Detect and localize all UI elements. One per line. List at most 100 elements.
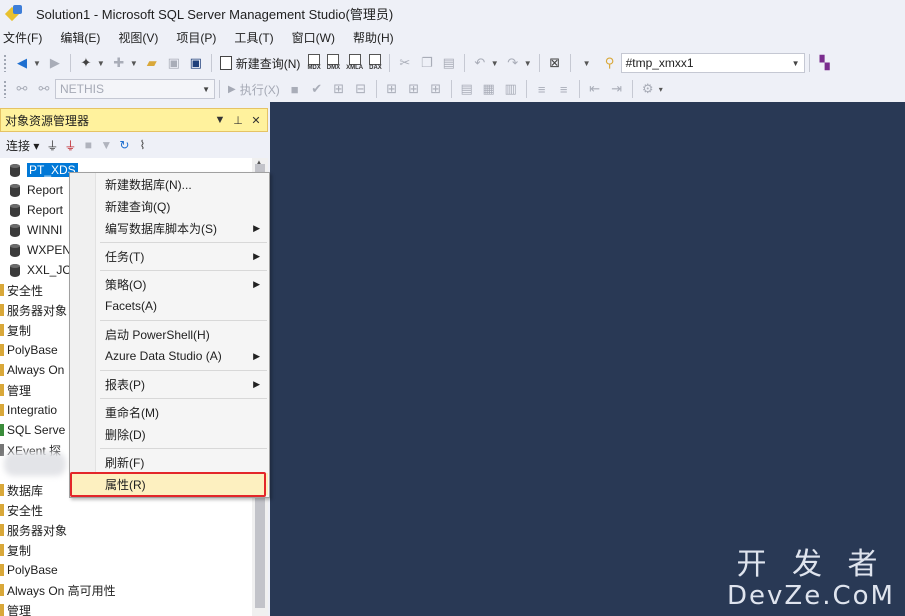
- menu-item-new-database[interactable]: 新建数据库(N)...: [71, 173, 268, 195]
- change-connection-icon[interactable]: ⚯: [34, 79, 54, 99]
- tree-node-folder[interactable]: 安全性: [0, 500, 43, 520]
- tree-node-database[interactable]: WXPEN: [10, 240, 71, 260]
- database-search-icon[interactable]: ⚲: [600, 53, 620, 73]
- menu-item-rename[interactable]: 重命名(M): [71, 401, 268, 423]
- menu-item-policies[interactable]: 策略(O) ▶: [71, 273, 268, 295]
- tree-node-folder[interactable]: 数据库: [0, 480, 43, 500]
- menu-help[interactable]: 帮助(H): [349, 29, 404, 46]
- uncomment-icon[interactable]: ≡: [554, 79, 574, 99]
- tree-node-folder[interactable]: Always On 高可用性: [0, 580, 116, 600]
- parse-icon[interactable]: ✔: [307, 79, 327, 99]
- include-plan-icon[interactable]: ⊞: [382, 79, 402, 99]
- tree-node-folder[interactable]: 复制: [0, 320, 31, 340]
- forward-icon[interactable]: ▶: [45, 53, 65, 73]
- tree-node-database[interactable]: WINNI: [10, 220, 62, 240]
- tree-node-folder[interactable]: 安全性: [0, 280, 43, 300]
- mdx-query-button[interactable]: MDX: [307, 54, 321, 72]
- tree-node-folder[interactable]: Always On: [0, 360, 64, 380]
- toolbar-grip[interactable]: [3, 54, 7, 72]
- tree-node-folder[interactable]: 服务器对象: [0, 520, 67, 540]
- chevron-down-icon[interactable]: ▼: [491, 59, 499, 68]
- execute-button[interactable]: ▶ 执行(X): [228, 81, 280, 98]
- tree-node-folder[interactable]: 管理: [0, 600, 31, 616]
- comment-icon[interactable]: ≡: [532, 79, 552, 99]
- refresh-icon[interactable]: ↻: [115, 138, 133, 152]
- xmla-query-button[interactable]: XMLA: [346, 54, 363, 72]
- results-to-text-icon[interactable]: ▤: [457, 79, 477, 99]
- stop-icon[interactable]: ■: [79, 138, 97, 152]
- activity-monitor-icon[interactable]: ⌇: [133, 138, 151, 152]
- tree-node-database[interactable]: PT_XDS: [10, 160, 78, 180]
- menu-tools[interactable]: 工具(T): [230, 29, 283, 46]
- new-project-icon[interactable]: ✦: [76, 53, 96, 73]
- results-to-grid-icon[interactable]: ▦: [479, 79, 499, 99]
- toolbar-options-icon[interactable]: ▾: [659, 85, 663, 94]
- server-combo[interactable]: NETHIS ▼: [55, 79, 215, 99]
- menu-project[interactable]: 项目(P): [172, 29, 226, 46]
- increase-indent-icon[interactable]: ⇥: [607, 79, 627, 99]
- toolbar-grip[interactable]: [3, 80, 7, 98]
- display-plan-icon[interactable]: ⊞: [329, 79, 349, 99]
- menu-file[interactable]: 文件(F): [0, 29, 52, 46]
- menu-item-facets[interactable]: Facets(A): [71, 295, 268, 317]
- copy-icon[interactable]: ❐: [417, 53, 437, 73]
- filter-icon[interactable]: ▼: [97, 138, 115, 152]
- database-combo[interactable]: #tmp_xmxx1 ▼: [620, 53, 805, 73]
- tree-node-database[interactable]: XXL_JO: [10, 260, 72, 280]
- menu-item-new-query[interactable]: 新建查询(Q): [71, 195, 268, 217]
- tree-node-database[interactable]: Report: [10, 180, 63, 200]
- add-item-icon[interactable]: ✚: [109, 53, 129, 73]
- query-designer-icon[interactable]: ⊟: [351, 79, 371, 99]
- tree-node-folder[interactable]: Integratio: [0, 400, 57, 420]
- menu-window[interactable]: 窗口(W): [288, 29, 345, 46]
- client-stats-icon[interactable]: ⊞: [426, 79, 446, 99]
- chevron-down-icon[interactable]: ▼: [33, 59, 41, 68]
- menu-item-script-database[interactable]: 编写数据库脚本为(S) ▶: [71, 217, 268, 239]
- menu-item-delete[interactable]: 删除(D): [71, 423, 268, 445]
- chevron-down-icon[interactable]: ▼: [97, 59, 105, 68]
- redo-icon[interactable]: ↷: [503, 53, 523, 73]
- menu-item-tasks[interactable]: 任务(T) ▶: [71, 245, 268, 267]
- new-query-button[interactable]: 新建查询(N): [219, 55, 300, 72]
- undo-icon[interactable]: ↶: [470, 53, 490, 73]
- chevron-down-icon[interactable]: ▼: [583, 59, 591, 68]
- save-all-icon[interactable]: ▣: [186, 53, 206, 73]
- chevron-down-icon[interactable]: ▼: [524, 59, 532, 68]
- dmx-query-button[interactable]: DMX: [327, 54, 340, 72]
- decrease-indent-icon[interactable]: ⇤: [585, 79, 605, 99]
- back-icon[interactable]: ◀: [12, 53, 32, 73]
- tree-node-folder[interactable]: 服务器对象: [0, 300, 67, 320]
- connect-plug-icon[interactable]: ⏚: [43, 137, 61, 154]
- chevron-down-icon[interactable]: ▼: [130, 59, 138, 68]
- save-icon[interactable]: ▣: [164, 53, 184, 73]
- tree-node-folder[interactable]: PolyBase: [0, 560, 58, 580]
- solution-explorer-icon[interactable]: ▚: [815, 53, 835, 73]
- tree-node-folder[interactable]: 管理: [0, 380, 31, 400]
- disconnect-icon[interactable]: ⏚: [61, 137, 79, 154]
- cut-icon[interactable]: ✂: [395, 53, 415, 73]
- tree-node-folder[interactable]: 复制: [0, 540, 31, 560]
- menu-edit[interactable]: 编辑(E): [56, 29, 110, 46]
- connect-button[interactable]: 连接 ▾: [6, 137, 39, 154]
- menu-view[interactable]: 视图(V): [114, 29, 168, 46]
- panel-options-icon[interactable]: ▼: [213, 114, 227, 126]
- close-icon[interactable]: ✕: [249, 114, 263, 127]
- folder-icon: [0, 384, 4, 396]
- live-stats-icon[interactable]: ⊞: [404, 79, 424, 99]
- tree-node-database[interactable]: Report: [10, 200, 63, 220]
- menu-item-start-powershell[interactable]: 启动 PowerShell(H): [71, 323, 268, 345]
- tree-node-folder[interactable]: PolyBase: [0, 340, 58, 360]
- menu-item-reports[interactable]: 报表(P) ▶: [71, 373, 268, 395]
- menu-item-azure-data-studio[interactable]: Azure Data Studio (A) ▶: [71, 345, 268, 367]
- connect-icon[interactable]: ⚯: [12, 79, 32, 99]
- open-folder-icon[interactable]: ▰: [142, 53, 162, 73]
- activity-monitor-icon[interactable]: ⊠: [545, 53, 565, 73]
- dax-query-button[interactable]: DAX: [369, 54, 382, 72]
- stop-icon[interactable]: ■: [285, 79, 305, 99]
- menu-item-refresh[interactable]: 刷新(F): [71, 451, 268, 473]
- pin-icon[interactable]: ⊥: [231, 114, 245, 127]
- paste-icon[interactable]: ▤: [439, 53, 459, 73]
- results-to-file-icon[interactable]: ▥: [501, 79, 521, 99]
- tree-node-agent[interactable]: SQL Serve: [0, 420, 65, 440]
- specify-values-icon[interactable]: ⚙: [638, 79, 658, 99]
